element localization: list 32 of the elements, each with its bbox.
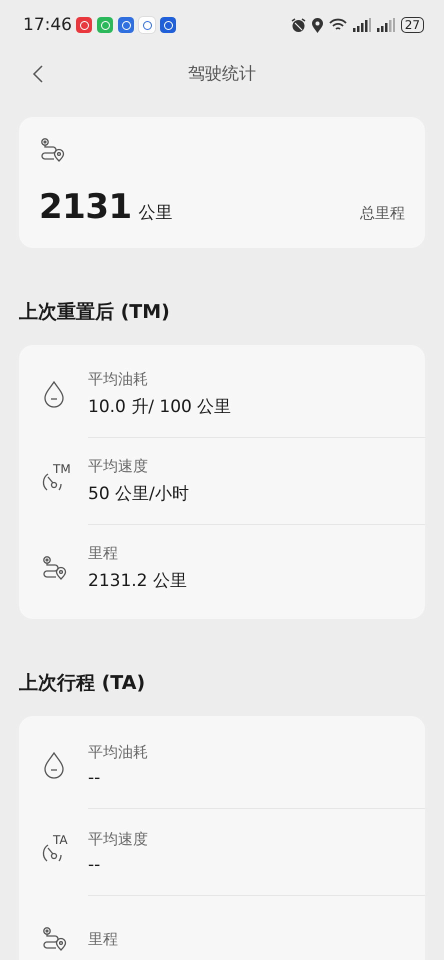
total-mileage-label: 总里程 bbox=[360, 204, 405, 223]
stat-label: 里程 bbox=[88, 930, 118, 948]
alarm-icon bbox=[290, 18, 306, 32]
stat-label: 平均油耗 bbox=[88, 370, 149, 389]
speedometer-label: TA bbox=[53, 833, 68, 847]
signal-icon bbox=[352, 18, 371, 32]
location-icon bbox=[312, 18, 323, 32]
fuel-drop-icon bbox=[42, 751, 64, 779]
stat-value: -- bbox=[88, 854, 102, 874]
status-time: 17:46 bbox=[23, 15, 72, 35]
battery-indicator: 27 bbox=[400, 17, 424, 33]
mileage-unit: 公里 bbox=[138, 202, 173, 224]
route-icon bbox=[40, 555, 66, 581]
stat-label: 平均速度 bbox=[88, 457, 149, 476]
section-heading: 上次行程 (TA) bbox=[19, 671, 146, 695]
total-mileage-value: 2131 bbox=[39, 187, 132, 227]
speedometer-label: TM bbox=[53, 462, 71, 476]
signal-icon bbox=[376, 18, 395, 32]
stat-value: 10.0 升/ 100 公里 bbox=[88, 396, 232, 418]
stat-value: 50 公里/小时 bbox=[88, 483, 189, 505]
fuel-drop-icon bbox=[42, 380, 64, 408]
page-title: 驾驶统计 bbox=[188, 63, 256, 85]
stat-value: 2131.2 公里 bbox=[88, 570, 187, 592]
back-icon bbox=[32, 64, 44, 84]
route-icon bbox=[40, 926, 66, 952]
stat-label: 里程 bbox=[88, 544, 119, 563]
section-heading: 上次重置后 (TM) bbox=[19, 300, 171, 324]
stat-label: 平均油耗 bbox=[88, 742, 148, 762]
stat-label: 平均速度 bbox=[88, 830, 148, 848]
stat-value: -- bbox=[88, 768, 102, 788]
route-icon bbox=[39, 137, 65, 163]
wifi-icon bbox=[328, 18, 347, 32]
